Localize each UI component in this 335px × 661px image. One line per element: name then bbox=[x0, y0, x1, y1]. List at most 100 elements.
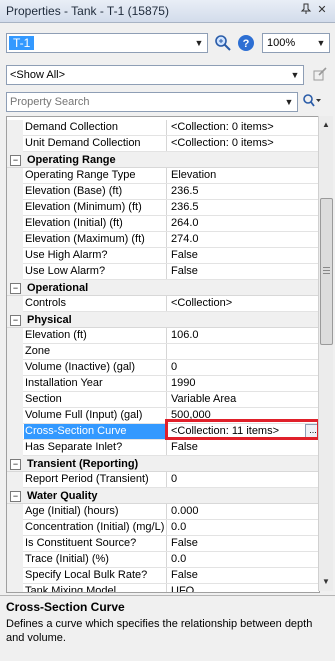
collapse-icon[interactable]: − bbox=[10, 459, 21, 470]
property-search-box[interactable]: ▼ bbox=[6, 92, 298, 112]
collapse-icon[interactable]: − bbox=[10, 315, 21, 326]
property-value[interactable]: 106.0 bbox=[169, 328, 319, 343]
category-row[interactable]: − Operational bbox=[7, 280, 319, 296]
pin-icon[interactable] bbox=[299, 3, 313, 17]
property-row[interactable]: Demand Collection <Collection: 0 items> bbox=[7, 120, 319, 136]
property-row[interactable]: Specify Local Bulk Rate? False bbox=[7, 568, 319, 584]
property-row[interactable]: Volume (Inactive) (gal) 0 bbox=[7, 360, 319, 376]
property-name: Installation Year bbox=[24, 376, 167, 391]
property-value-text: <Collection: 0 items> bbox=[171, 137, 274, 149]
property-row[interactable]: Elevation (Base) (ft) 236.5 bbox=[7, 184, 319, 200]
property-row[interactable]: Elevation (Maximum) (ft) 274.0 bbox=[7, 232, 319, 248]
property-row[interactable]: Elevation (Minimum) (ft) 236.5 bbox=[7, 200, 319, 216]
property-name: Volume Full (Input) (gal) bbox=[24, 408, 167, 423]
property-row[interactable]: Operating Range Type Elevation bbox=[7, 168, 319, 184]
property-value[interactable] bbox=[169, 344, 319, 359]
property-value[interactable]: False bbox=[169, 248, 319, 263]
property-value[interactable]: <Collection> bbox=[169, 296, 319, 311]
property-row[interactable]: Tank Mixing Model UFO bbox=[7, 584, 319, 592]
row-gutter bbox=[7, 520, 23, 536]
search-icon[interactable] bbox=[302, 93, 321, 111]
zoom-find-icon[interactable] bbox=[214, 34, 232, 52]
property-name: Zone bbox=[24, 344, 167, 359]
property-value[interactable]: False bbox=[169, 440, 319, 455]
property-value[interactable]: False bbox=[169, 264, 319, 279]
category-row[interactable]: − Physical bbox=[7, 312, 319, 328]
property-name: Operating Range Type bbox=[24, 168, 167, 183]
property-value[interactable]: 236.5 bbox=[169, 184, 319, 199]
collapse-icon[interactable]: − bbox=[10, 283, 21, 294]
property-value[interactable]: False bbox=[169, 536, 319, 551]
property-row[interactable]: Report Period (Transient) 0 bbox=[7, 472, 319, 488]
property-row[interactable]: Use Low Alarm? False bbox=[7, 264, 319, 280]
property-row[interactable]: Age (Initial) (hours) 0.000 bbox=[7, 504, 319, 520]
property-value[interactable]: Variable Area bbox=[169, 392, 319, 407]
property-value[interactable]: 0 bbox=[169, 472, 319, 487]
property-value[interactable]: UFO bbox=[169, 584, 319, 592]
row-gutter bbox=[7, 472, 23, 488]
property-name: Controls bbox=[24, 296, 167, 311]
category-row[interactable]: − Transient (Reporting) bbox=[7, 456, 319, 472]
category-row[interactable]: − Operating Range bbox=[7, 152, 319, 168]
row-gutter bbox=[7, 200, 23, 216]
property-value[interactable]: 1990 bbox=[169, 376, 319, 391]
property-name: Elevation (Maximum) (ft) bbox=[24, 232, 167, 247]
category-label: Operational bbox=[27, 282, 89, 294]
property-value[interactable]: 0 bbox=[169, 360, 319, 375]
property-row[interactable]: Elevation (Initial) (ft) 264.0 bbox=[7, 216, 319, 232]
property-row[interactable]: Unit Demand Collection <Collection: 0 ite… bbox=[7, 136, 319, 152]
category-filter[interactable]: <Show All> ▼ bbox=[6, 65, 304, 85]
property-row[interactable]: Trace (Initial) (%) 0.0 bbox=[7, 552, 319, 568]
property-value[interactable]: False bbox=[169, 568, 319, 583]
property-value[interactable]: <Collection: 0 items> bbox=[169, 136, 319, 151]
scrollbar-thumb[interactable] bbox=[320, 198, 333, 345]
element-selector[interactable]: T-1 ▼ bbox=[6, 33, 208, 53]
property-row[interactable]: Elevation (ft) 106.0 bbox=[7, 328, 319, 344]
property-value[interactable]: 0.0 bbox=[169, 520, 319, 535]
property-row[interactable]: Use High Alarm? False bbox=[7, 248, 319, 264]
property-value-text: False bbox=[171, 265, 198, 277]
property-value[interactable]: Elevation bbox=[169, 168, 319, 183]
property-search-input[interactable] bbox=[8, 94, 282, 110]
scroll-down-icon[interactable]: ▼ bbox=[319, 575, 333, 589]
help-icon[interactable]: ? bbox=[237, 34, 255, 52]
property-value[interactable]: 236.5 bbox=[169, 200, 319, 215]
property-value[interactable]: 0.000 bbox=[169, 504, 319, 519]
property-row[interactable]: Is Constituent Source? False bbox=[7, 536, 319, 552]
property-value-text: 0.000 bbox=[171, 505, 199, 517]
property-value[interactable]: 0.0 bbox=[169, 552, 319, 567]
property-value[interactable]: 264.0 bbox=[169, 216, 319, 231]
scroll-up-icon[interactable]: ▲ bbox=[319, 118, 333, 132]
property-row[interactable]: Zone bbox=[7, 344, 319, 360]
category-label: Physical bbox=[27, 314, 72, 326]
row-gutter bbox=[7, 536, 23, 552]
chevron-down-icon[interactable]: ▼ bbox=[283, 96, 295, 108]
property-name: Elevation (Minimum) (ft) bbox=[24, 200, 167, 215]
property-row[interactable]: Has Separate Inlet? False bbox=[7, 440, 319, 456]
collapse-icon[interactable]: − bbox=[10, 491, 21, 502]
close-icon[interactable]: ✕ bbox=[315, 3, 329, 17]
property-name: Cross-Section Curve bbox=[24, 424, 167, 439]
property-name: Concentration (Initial) (mg/L) bbox=[24, 520, 167, 535]
property-name: Use Low Alarm? bbox=[24, 264, 167, 279]
zoom-selector[interactable]: 100% ▼ bbox=[262, 33, 330, 53]
edit-icon[interactable] bbox=[311, 66, 329, 84]
property-value[interactable]: 274.0 bbox=[169, 232, 319, 247]
property-row[interactable]: Installation Year 1990 bbox=[7, 376, 319, 392]
chevron-down-icon[interactable]: ▼ bbox=[315, 37, 327, 49]
grid-scrollbar[interactable]: ▲ ▼ bbox=[318, 116, 333, 591]
category-label: Water Quality bbox=[27, 490, 98, 502]
property-row[interactable]: Concentration (Initial) (mg/L) 0.0 bbox=[7, 520, 319, 536]
row-gutter bbox=[7, 360, 23, 376]
chevron-down-icon[interactable]: ▼ bbox=[289, 69, 301, 81]
element-selector-value: T-1 bbox=[9, 36, 35, 50]
property-value[interactable]: <Collection: 0 items> bbox=[169, 120, 319, 135]
chevron-down-icon[interactable]: ▼ bbox=[193, 37, 205, 49]
category-row[interactable]: − Water Quality bbox=[7, 488, 319, 504]
window-title: Properties - Tank - T-1 (15875) bbox=[6, 4, 169, 18]
property-value-text: False bbox=[171, 441, 198, 453]
property-name: Age (Initial) (hours) bbox=[24, 504, 167, 519]
collapse-icon[interactable]: − bbox=[10, 155, 21, 166]
property-row[interactable]: Section Variable Area bbox=[7, 392, 319, 408]
property-row[interactable]: Controls <Collection> bbox=[7, 296, 319, 312]
